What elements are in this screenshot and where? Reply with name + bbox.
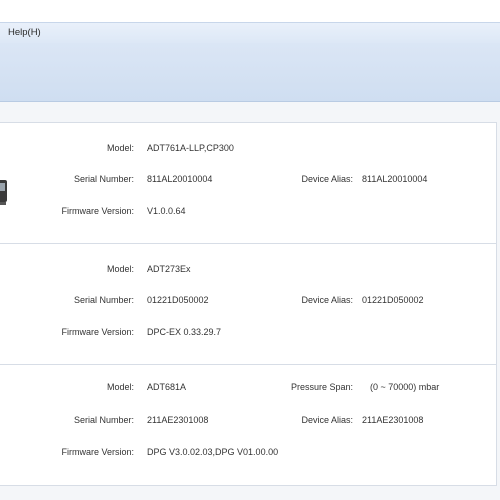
model-value: ADT761A-LLP,CP300 bbox=[147, 143, 234, 153]
model-value: ADT681A bbox=[147, 382, 187, 392]
alias-value: 211AE2301008 bbox=[362, 415, 424, 425]
pressure-span-label: Pressure Span: bbox=[290, 382, 353, 392]
serial-label: Serial Number: bbox=[73, 415, 134, 425]
model-label: Model: bbox=[106, 382, 134, 392]
alias-label: Device Alias: bbox=[301, 415, 353, 425]
device-card[interactable]: Model: ADT273Ex Serial Number: 01221D050… bbox=[0, 243, 497, 365]
model-label: Model: bbox=[106, 143, 134, 153]
device-icon bbox=[0, 180, 7, 205]
alias-value: 01221D050002 bbox=[362, 295, 424, 305]
firmware-label: Firmware Version: bbox=[61, 327, 134, 337]
alias-label: Device Alias: bbox=[301, 295, 353, 305]
serial-label: Serial Number: bbox=[73, 295, 134, 305]
pressure-span-value: (0 ~ 70000) mbar bbox=[370, 382, 440, 392]
menu-bar: Help(H) bbox=[0, 22, 500, 43]
firmware-value: V1.0.0.64 bbox=[147, 206, 186, 216]
serial-value: 01221D050002 bbox=[147, 295, 209, 305]
firmware-label: Firmware Version: bbox=[61, 447, 134, 457]
device-card[interactable]: Model: ADT681A Pressure Span: (0 ~ 70000… bbox=[0, 364, 497, 486]
firmware-value: DPC-EX 0.33.29.7 bbox=[147, 327, 222, 337]
alias-label: Device Alias: bbox=[301, 174, 353, 184]
menu-help[interactable]: Help(H) bbox=[8, 27, 41, 38]
device-card[interactable]: Model: ADT761A-LLP,CP300 Serial Number: … bbox=[0, 122, 497, 244]
firmware-label: Firmware Version: bbox=[61, 206, 134, 216]
toolbar-ribbon bbox=[0, 43, 500, 102]
serial-value: 811AL20010004 bbox=[147, 174, 213, 184]
firmware-value: DPG V3.0.02.03,DPG V01.00.00 bbox=[147, 447, 279, 457]
serial-value: 211AE2301008 bbox=[147, 415, 209, 425]
device-list: Model: ADT761A-LLP,CP300 Serial Number: … bbox=[0, 102, 500, 500]
alias-value: 811AL20010004 bbox=[362, 174, 428, 184]
serial-label: Serial Number: bbox=[73, 174, 134, 184]
model-value: ADT273Ex bbox=[147, 264, 191, 274]
model-label: Model: bbox=[106, 264, 134, 274]
